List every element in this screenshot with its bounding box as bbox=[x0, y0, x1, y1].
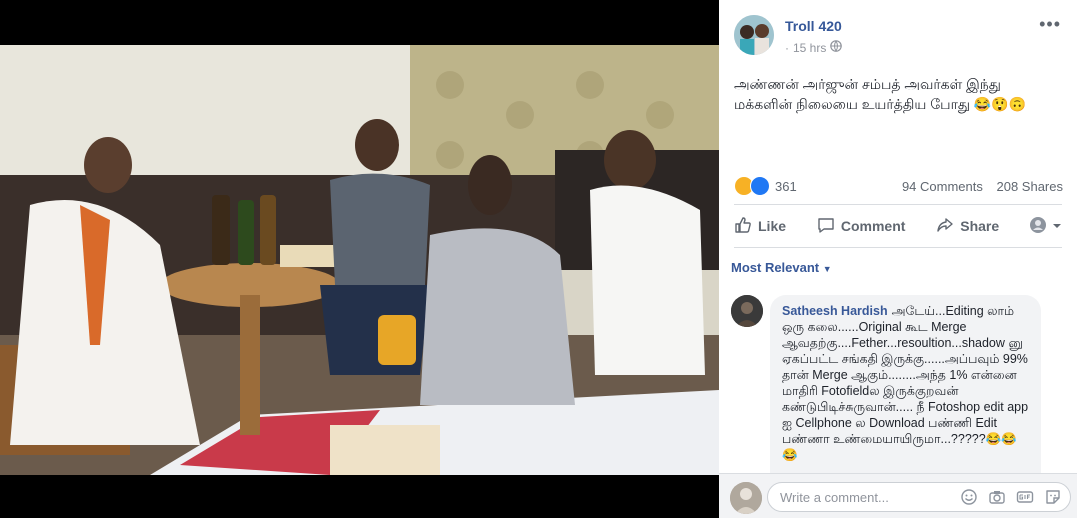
more-options-icon[interactable]: ••• bbox=[1039, 14, 1061, 35]
comment-sort-dropdown[interactable]: Most Relevant ▼ bbox=[731, 260, 832, 275]
share-label: Share bbox=[960, 218, 1000, 234]
user-avatar-small-icon bbox=[1029, 216, 1046, 236]
share-button[interactable]: Share bbox=[936, 216, 999, 237]
comment-author[interactable]: Satheesh Hardish bbox=[782, 304, 888, 318]
comment-button[interactable]: Comment bbox=[817, 216, 906, 237]
post-meta: · 15 hrs bbox=[785, 40, 843, 55]
current-user-avatar bbox=[730, 482, 762, 514]
comments-count[interactable]: 94 Comments bbox=[902, 179, 983, 194]
comment-bubble: Satheesh Hardish அடேய்...Editing லாம் ஒரு… bbox=[770, 295, 1041, 473]
share-arrow-icon bbox=[936, 216, 954, 237]
gif-icon[interactable] bbox=[1016, 488, 1034, 506]
like-label: Like bbox=[758, 218, 787, 234]
divider bbox=[734, 247, 1062, 248]
comment-composer: Write a comment... bbox=[719, 473, 1077, 518]
post-photo[interactable] bbox=[0, 45, 719, 475]
meta-separator: · bbox=[785, 40, 789, 55]
caret-down-icon: ▼ bbox=[822, 264, 832, 274]
like-button[interactable]: Like bbox=[734, 216, 786, 237]
divider bbox=[734, 204, 1062, 205]
reactions-summary[interactable]: 361 bbox=[734, 176, 797, 196]
post-header: Troll 420 · 15 hrs ••• bbox=[719, 0, 1077, 62]
comment-input[interactable]: Write a comment... bbox=[767, 482, 1071, 512]
comment-text: அடேய்...Editing லாம் ஒரு கலை......Origin… bbox=[782, 304, 1029, 462]
engagement-counts: 94 Comments 208 Shares bbox=[892, 179, 1063, 194]
shares-count[interactable]: 208 Shares bbox=[997, 179, 1064, 194]
comment-sort-label: Most Relevant bbox=[731, 260, 820, 275]
post-text: அண்ணன் அர்ஜுன் சம்பத் அவர்கள் இந்து மக்க… bbox=[734, 76, 1027, 112]
camera-icon[interactable] bbox=[988, 488, 1006, 506]
post-time[interactable]: 15 hrs bbox=[793, 41, 826, 55]
audience-selector[interactable] bbox=[1029, 216, 1062, 236]
page-avatar[interactable] bbox=[734, 15, 774, 55]
comment-input-placeholder: Write a comment... bbox=[780, 490, 889, 505]
emoji-icon[interactable] bbox=[960, 488, 978, 506]
globe-icon bbox=[830, 40, 843, 55]
chevron-down-icon bbox=[1052, 218, 1062, 234]
comments-list[interactable]: Satheesh Hardish அடேய்...Editing லாம் ஒரு… bbox=[719, 285, 1077, 473]
post-author[interactable]: Troll 420 bbox=[785, 18, 842, 34]
post-sidebar: Troll 420 · 15 hrs ••• அண்ணன் அர்ஜுன் சம… bbox=[719, 0, 1077, 518]
thumbs-up-icon bbox=[734, 216, 752, 237]
like-reaction-icon bbox=[750, 176, 770, 196]
sticker-icon[interactable] bbox=[1044, 488, 1062, 506]
comment-bubble-icon bbox=[817, 216, 835, 237]
commenter-avatar[interactable] bbox=[731, 295, 763, 327]
photo-viewer[interactable] bbox=[0, 0, 719, 518]
reaction-count: 361 bbox=[775, 178, 797, 194]
action-bar: Like Comment Share bbox=[734, 209, 1062, 243]
comment-label: Comment bbox=[840, 218, 906, 234]
composer-icons bbox=[960, 488, 1062, 506]
